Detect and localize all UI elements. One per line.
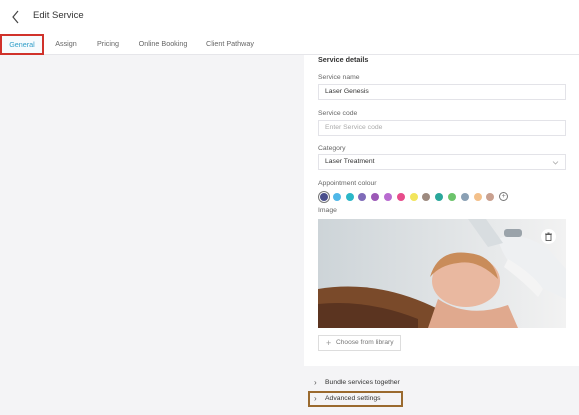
colour-swatch[interactable] xyxy=(460,193,469,201)
service-code-label: Service code xyxy=(318,110,358,117)
top-bar: Edit Service xyxy=(0,0,579,34)
trash-icon xyxy=(545,232,552,241)
chevron-down-icon xyxy=(552,161,559,165)
colour-swatch[interactable] xyxy=(384,193,392,201)
colour-swatch[interactable] xyxy=(332,193,341,201)
advanced-settings-toggle[interactable]: › Advanced settings xyxy=(308,391,403,407)
category-select[interactable]: Laser Treatment xyxy=(318,154,566,170)
colour-swatch[interactable] xyxy=(409,193,418,201)
service-name-label: Service name xyxy=(318,74,360,81)
choose-from-library-label: Choose from library xyxy=(336,339,394,346)
back-button[interactable] xyxy=(8,8,24,26)
category-label: Category xyxy=(318,145,346,152)
colour-swatch[interactable] xyxy=(345,193,354,201)
choose-from-library-button[interactable]: + Choose from library xyxy=(318,335,401,351)
tab-assign[interactable]: Assign xyxy=(50,34,82,55)
colour-swatch[interactable] xyxy=(448,193,456,201)
plus-icon: + xyxy=(326,338,332,348)
tab-general[interactable]: General xyxy=(0,34,44,55)
page-title: Edit Service xyxy=(33,10,84,21)
appointment-colour-label: Appointment colour xyxy=(318,180,377,187)
colour-swatch[interactable] xyxy=(396,193,405,201)
service-image xyxy=(318,219,566,328)
bundle-services-label: Bundle services together xyxy=(325,379,400,386)
tab-online-booking[interactable]: Online Booking xyxy=(136,34,190,55)
image-label: Image xyxy=(318,207,337,214)
colour-swatch[interactable] xyxy=(320,193,328,201)
chevron-left-icon xyxy=(12,10,19,24)
chevron-right-icon: › xyxy=(314,394,317,403)
tab-pricing[interactable]: Pricing xyxy=(92,34,124,55)
tab-bar: General Assign Pricing Online Booking Cl… xyxy=(0,34,579,55)
colour-swatch[interactable] xyxy=(473,193,482,201)
service-code-field[interactable]: Enter Service code xyxy=(318,120,566,136)
tab-client-pathway[interactable]: Client Pathway xyxy=(202,34,258,55)
delete-image-button[interactable] xyxy=(541,229,556,244)
service-name-field[interactable]: Laser Genesis xyxy=(318,84,566,100)
section-title: Service details xyxy=(318,55,369,64)
advanced-settings-label: Advanced settings xyxy=(325,395,381,402)
category-value: Laser Treatment xyxy=(325,158,375,165)
chevron-right-icon: › xyxy=(314,378,317,387)
